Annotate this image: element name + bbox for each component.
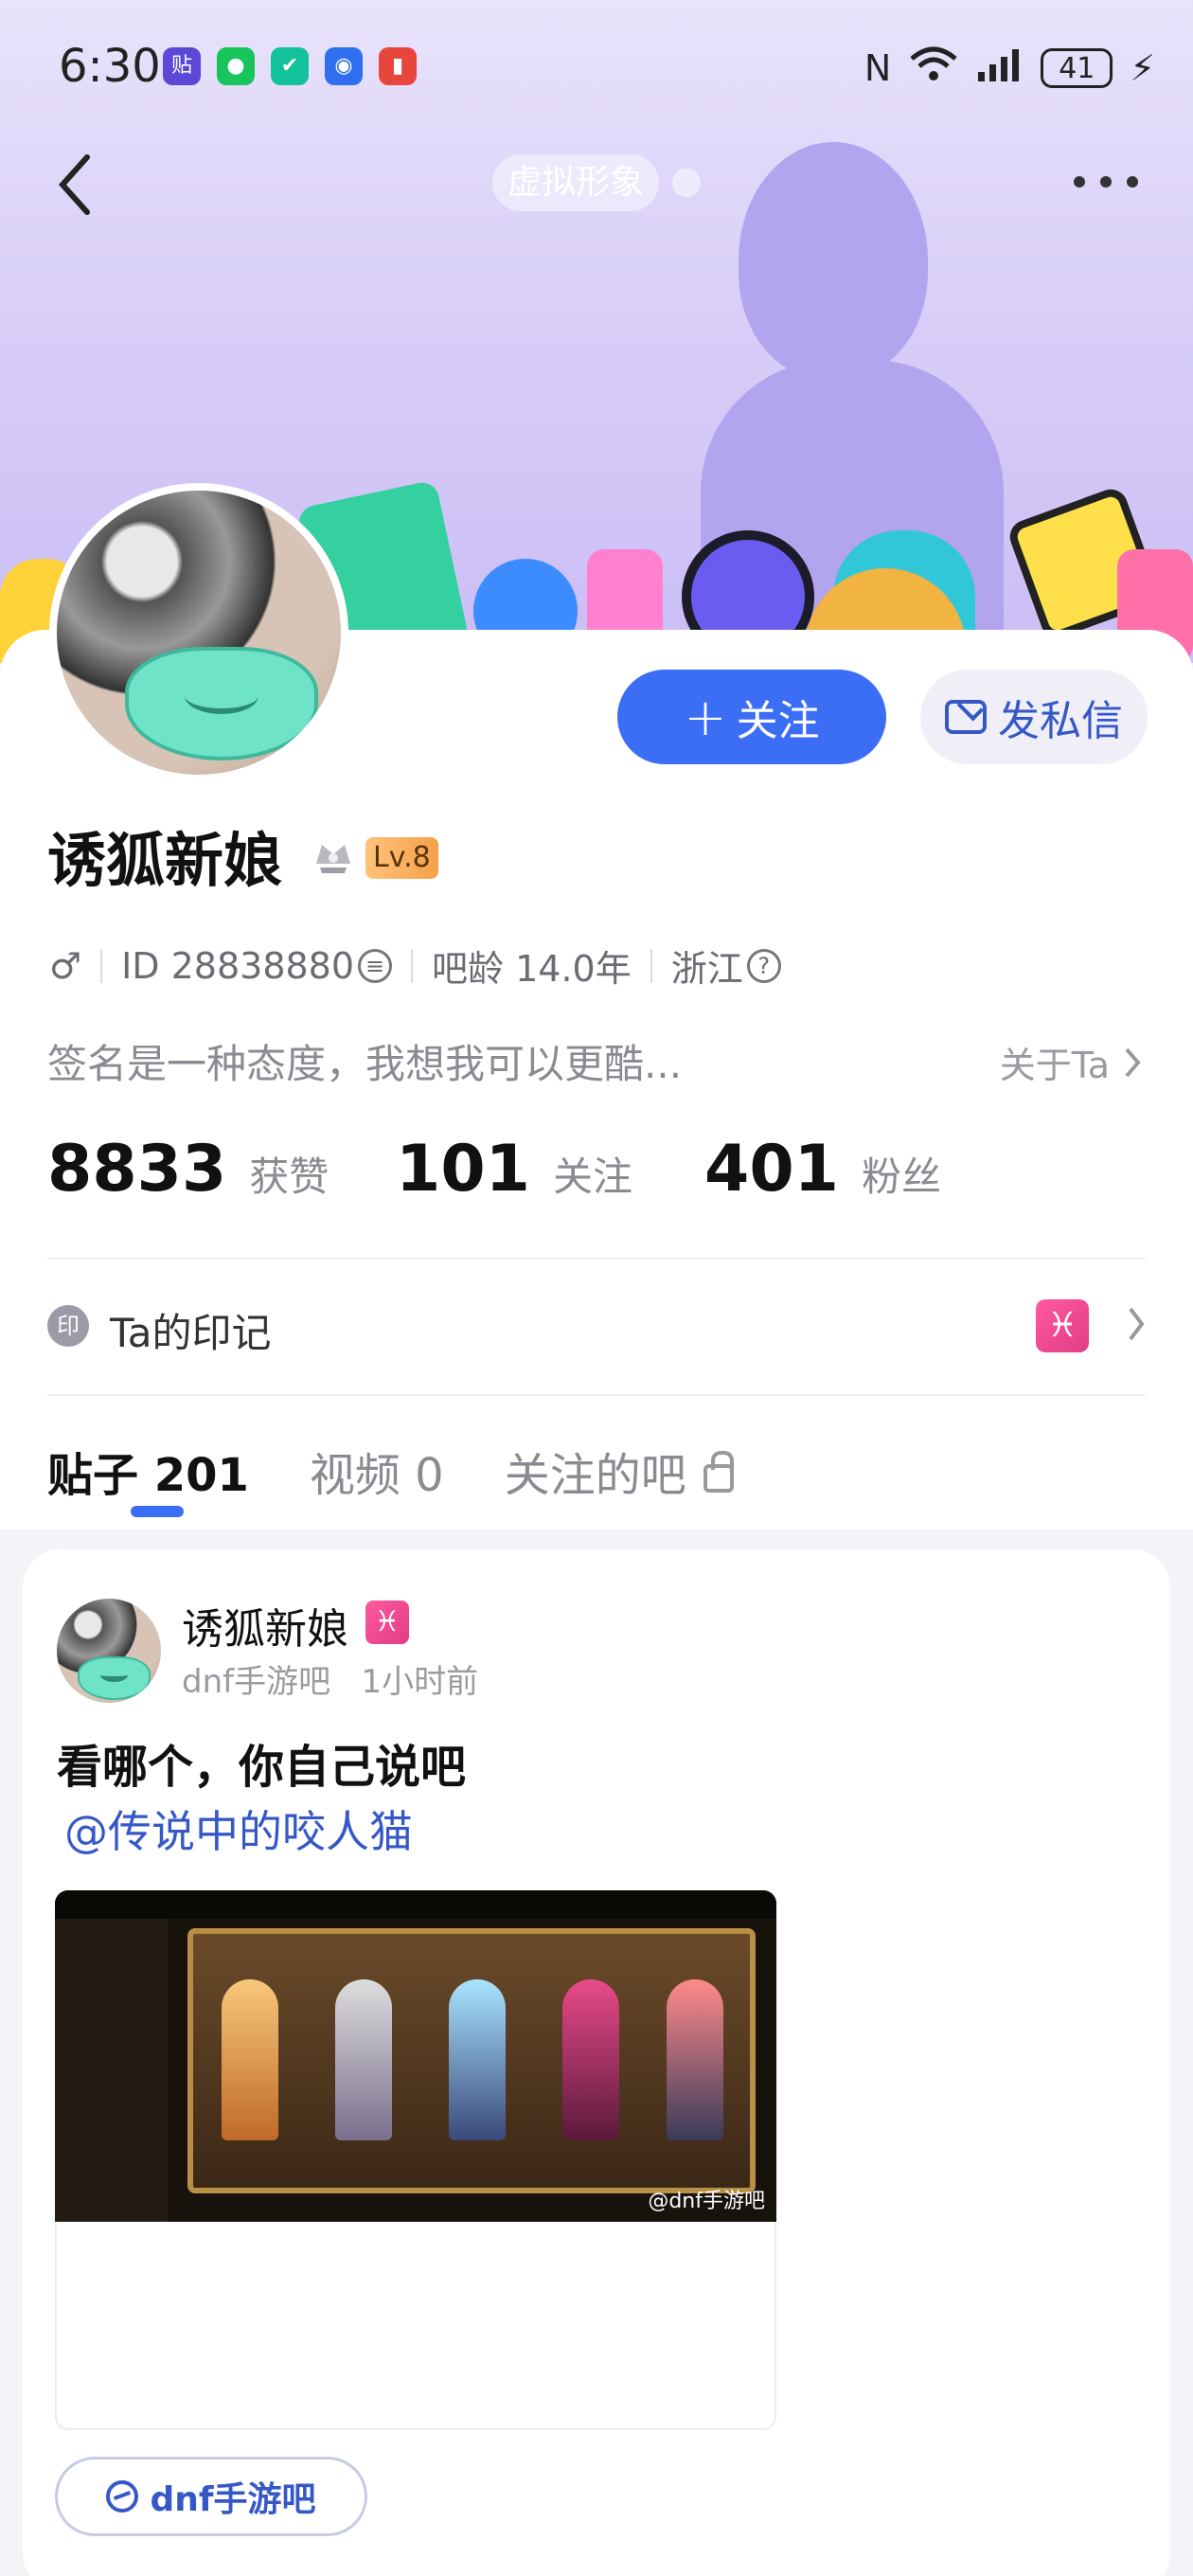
forum-tag-button[interactable]: dnf手游吧 <box>55 2457 367 2536</box>
avatar[interactable] <box>49 483 348 782</box>
marks-row[interactable]: 印 Ta的印记 ♓ <box>47 1297 1146 1356</box>
message-label: 发私信 <box>998 697 1123 745</box>
post-mention[interactable]: @传说中的咬人猫 <box>64 1798 413 1860</box>
mail-icon <box>945 700 987 734</box>
game-character <box>667 1979 723 2140</box>
user-id[interactable]: ID 28838880 <box>121 945 354 987</box>
follow-label: 关注 <box>736 697 820 745</box>
wifi-icon <box>908 45 959 92</box>
stat-label: 关注 <box>552 1154 632 1200</box>
game-character <box>562 1979 619 2140</box>
chevron-right-icon <box>1125 1047 1141 1077</box>
follow-button[interactable]: + 关注 <box>617 670 886 764</box>
stat-likes[interactable]: 8833 获赞 <box>47 1132 329 1207</box>
virtual-avatar-head <box>739 142 928 379</box>
battery-icon: 41 <box>1041 48 1113 88</box>
profile-tabs: 贴子 201 视频 0 关注的吧 <box>47 1428 734 1513</box>
status-bar: 6:30 贴 ● ✔ ◉ ▮ N 41 ⚡ <box>0 0 1193 142</box>
charging-icon: ⚡ <box>1130 47 1155 89</box>
status-right: N 41 ⚡ <box>864 42 1155 95</box>
stat-value: 401 <box>704 1132 839 1207</box>
post-image[interactable]: @dnf手游吧 <box>55 1890 776 2222</box>
reader-icon: ▮ <box>379 47 417 85</box>
profile-name: 诱狐新娘 <box>47 826 283 895</box>
divider <box>47 1258 1146 1260</box>
avatar-image <box>57 491 341 775</box>
more-icon[interactable] <box>1074 176 1138 188</box>
marks-label: Ta的印记 <box>110 1310 272 1356</box>
divider <box>47 1394 1146 1396</box>
seal-icon: 印 <box>47 1305 89 1347</box>
forum-icon <box>106 2480 139 2513</box>
image-watermark: @dnf手游吧 <box>648 2190 765 2213</box>
stat-following[interactable]: 101 关注 <box>396 1132 632 1207</box>
post-title[interactable]: 看哪个，你自己说吧 <box>57 1729 466 1796</box>
tab-posts[interactable]: 贴子 201 <box>47 1438 249 1504</box>
post-author-name[interactable]: 诱狐新娘 <box>182 1595 348 1655</box>
back-button[interactable] <box>53 152 98 218</box>
stats-row: 8833 获赞 101 关注 401 粉丝 <box>47 1132 1146 1217</box>
profile-meta: ♂ ID 28838880 ≡ 吧龄 14.0年 浙江 ? <box>49 939 781 992</box>
tab-label: 关注的吧 <box>504 1449 686 1502</box>
tieba-icon: 贴 <box>163 47 201 85</box>
game-character <box>222 1979 278 2140</box>
post-time: 1小时前 <box>361 1663 479 1701</box>
status-time: 6:30 <box>59 40 161 93</box>
copy-icon[interactable]: ≡ <box>358 948 393 983</box>
stat-label: 获赞 <box>249 1154 329 1200</box>
game-character <box>335 1979 392 2140</box>
stat-value: 101 <box>396 1132 530 1207</box>
mask-graphic <box>78 1655 151 1700</box>
game-character <box>449 1979 506 2140</box>
stat-fans[interactable]: 401 粉丝 <box>704 1132 941 1207</box>
post-author-avatar[interactable] <box>57 1599 161 1703</box>
crown-badge-icon <box>312 835 354 877</box>
tab-followed-forums[interactable]: 关注的吧 <box>505 1438 734 1504</box>
level-badge: Lv.8 <box>365 837 438 879</box>
pisces-icon: ♓ <box>365 1601 409 1644</box>
message-button[interactable]: 发私信 <box>920 670 1148 764</box>
signal-icon <box>976 45 1024 92</box>
wechat-icon: ● <box>217 47 255 85</box>
virtual-avatar-tag[interactable]: 虚拟形象 <box>492 154 660 211</box>
about-link[interactable]: 关于Ta <box>1000 1036 1142 1088</box>
pisces-icon: ♓ <box>1036 1299 1089 1352</box>
post-meta: dnf手游吧 1小时前 <box>182 1655 478 1702</box>
help-icon[interactable]: ? <box>746 948 781 983</box>
security-icon: ✔ <box>271 47 309 85</box>
forum-tag-label: dnf手游吧 <box>150 2480 316 2519</box>
about-label: 关于Ta <box>999 1045 1110 1086</box>
game-sidebar <box>55 1919 169 2222</box>
stat-label: 粉丝 <box>861 1154 941 1200</box>
game-topbar <box>55 1890 776 1919</box>
lock-icon <box>703 1451 734 1493</box>
stat-value: 8833 <box>47 1132 227 1207</box>
virtual-avatar-dot <box>672 169 701 197</box>
post-card[interactable]: 诱狐新娘 ♓ dnf手游吧 1小时前 看哪个，你自己说吧 @传说中的咬人猫 @d… <box>23 1549 1170 2576</box>
game-panel <box>187 1928 756 2193</box>
location: 浙江 <box>670 948 743 990</box>
tab-videos[interactable]: 视频 0 <box>310 1438 444 1504</box>
nfc-icon: N <box>864 47 892 89</box>
gender-icon: ♂ <box>49 944 82 987</box>
post-forum[interactable]: dnf手游吧 <box>182 1663 330 1701</box>
tab-indicator <box>131 1506 184 1517</box>
plus-icon: + <box>684 687 727 747</box>
chevron-right-icon <box>1127 1305 1146 1353</box>
mask-graphic <box>125 647 318 760</box>
shield-app-icon: ◉ <box>325 47 363 85</box>
forum-age: 吧龄 14.0年 <box>432 948 632 990</box>
signature: 签名是一种态度，我想我可以更酷... <box>47 1041 683 1087</box>
